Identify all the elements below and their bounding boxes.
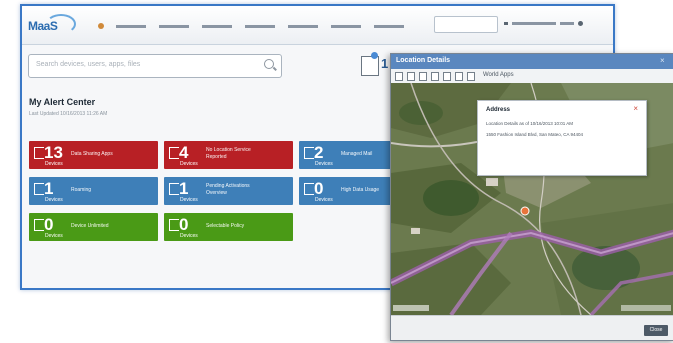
user-name[interactable] — [512, 22, 556, 25]
tile-label: Device Unlimited — [71, 223, 109, 229]
settings-icon[interactable] — [578, 21, 583, 26]
dashboard-search-input[interactable]: Search devices, users, apps, files — [28, 54, 282, 78]
print-icon[interactable] — [395, 72, 403, 81]
popup-title: Address — [486, 107, 511, 113]
top-navigation-bar: MaaS — [22, 6, 613, 45]
map-layer-icon[interactable] — [455, 72, 463, 81]
help-icon[interactable] — [504, 22, 508, 25]
device-icon — [169, 219, 179, 231]
device-icon — [304, 147, 314, 159]
tile-label: Data Sharing Apps — [71, 151, 113, 157]
device-icon — [169, 147, 179, 159]
search-icon[interactable] — [264, 59, 274, 69]
device-icon — [34, 147, 44, 159]
window-footer: Close — [391, 315, 673, 340]
tile-count: 2 — [314, 143, 324, 162]
popup-close-icon[interactable]: × — [633, 104, 638, 113]
nav-item-apps[interactable] — [245, 24, 275, 28]
nav-item-devices[interactable] — [159, 24, 189, 28]
tile-count: 0 — [44, 215, 54, 234]
home-icon[interactable] — [98, 23, 104, 29]
global-search-input[interactable] — [434, 16, 498, 33]
tile-devices-label: Devices — [180, 233, 198, 239]
nav-item-users[interactable] — [116, 24, 146, 28]
window-title: Location Details — [396, 57, 451, 64]
tile-count: 13 — [44, 143, 63, 162]
search-placeholder: Search devices, users, apps, files — [36, 61, 141, 68]
device-icon — [304, 183, 314, 195]
tile-label: Selectable Policy — [206, 223, 245, 229]
nav-item-setup[interactable] — [374, 24, 404, 28]
alert-tile-pending-activations[interactable]: 1 Devices Pending Activations Overview — [164, 177, 293, 205]
alert-tile-selectable-policy[interactable]: 0 Devices Selectable Policy — [164, 213, 293, 241]
notification-icon[interactable] — [361, 56, 379, 76]
device-icon — [169, 183, 179, 195]
notification-badge — [371, 52, 378, 59]
alert-tile-high-data-usage[interactable]: 0 Devices High Data Usage — [299, 177, 399, 205]
zoom-out-icon[interactable] — [443, 72, 451, 81]
tile-devices-label: Devices — [315, 197, 333, 203]
close-button[interactable]: Close — [644, 325, 668, 336]
tile-label: No Location Service Reported — [206, 147, 251, 160]
tile-devices-label: Devices — [45, 161, 63, 167]
map-toolbar: World Apps — [391, 69, 673, 84]
logout-link[interactable] — [560, 22, 574, 25]
alert-tile-data-sharing-apps[interactable]: 13 Devices Data Sharing Apps — [29, 141, 158, 169]
close-icon[interactable]: × — [660, 56, 669, 65]
device-icon — [34, 219, 44, 231]
main-nav — [98, 23, 417, 29]
tile-count: 1 — [44, 179, 54, 198]
tile-label: High Data Usage — [341, 187, 380, 193]
tile-label: Managed Mail — [341, 151, 373, 157]
nav-item-security[interactable] — [202, 24, 232, 28]
logo-ring-icon — [46, 14, 76, 34]
notification-count: 1 — [381, 56, 389, 71]
alert-tile-no-location-service[interactable]: 4 Devices No Location Service Reported — [164, 141, 293, 169]
alert-tile-device-unlimited[interactable]: 0 Devices Device Unlimited — [29, 213, 158, 241]
tile-devices-label: Devices — [45, 197, 63, 203]
zoom-in-icon[interactable] — [431, 72, 439, 81]
map-view-select[interactable]: World Apps — [483, 72, 514, 78]
tile-devices-label: Devices — [180, 161, 198, 167]
popup-address: 1550 Fashion Island Blvd, San Mateo, CA … — [486, 132, 584, 137]
address-popup: Address × Location Details as of 10/16/2… — [477, 100, 647, 176]
pan-left-icon[interactable] — [407, 72, 415, 81]
popup-timestamp: Location Details as of 10/16/2013 10:01 … — [486, 121, 574, 126]
tile-count: 0 — [314, 179, 324, 198]
window-title-bar[interactable]: Location Details × — [391, 54, 673, 69]
app-logo[interactable]: MaaS — [28, 14, 76, 36]
tile-label: Roaming — [71, 187, 92, 193]
nav-item-docs[interactable] — [288, 24, 318, 28]
tile-devices-label: Devices — [315, 161, 333, 167]
tile-count: 0 — [179, 215, 189, 234]
refresh-icon[interactable] — [467, 72, 475, 81]
alert-center-title: My Alert Center — [29, 97, 96, 107]
tile-label: Pending Activations Overview — [206, 183, 250, 196]
tile-devices-label: Devices — [180, 197, 198, 203]
pan-right-icon[interactable] — [419, 72, 427, 81]
nav-item-reports[interactable] — [331, 24, 361, 28]
alert-tile-managed-mail[interactable]: 2 Devices Managed Mail — [299, 141, 399, 169]
alert-center-subtitle: Last Updated 10/16/2013 11:26 AM — [29, 111, 108, 117]
device-icon — [34, 183, 44, 195]
tile-count: 1 — [179, 179, 189, 198]
location-details-window: Location Details × World Apps Address × … — [390, 53, 673, 341]
alert-tile-roaming[interactable]: 1 Devices Roaming — [29, 177, 158, 205]
user-menu[interactable] — [504, 21, 587, 26]
tile-count: 4 — [179, 143, 189, 162]
tile-devices-label: Devices — [45, 233, 63, 239]
